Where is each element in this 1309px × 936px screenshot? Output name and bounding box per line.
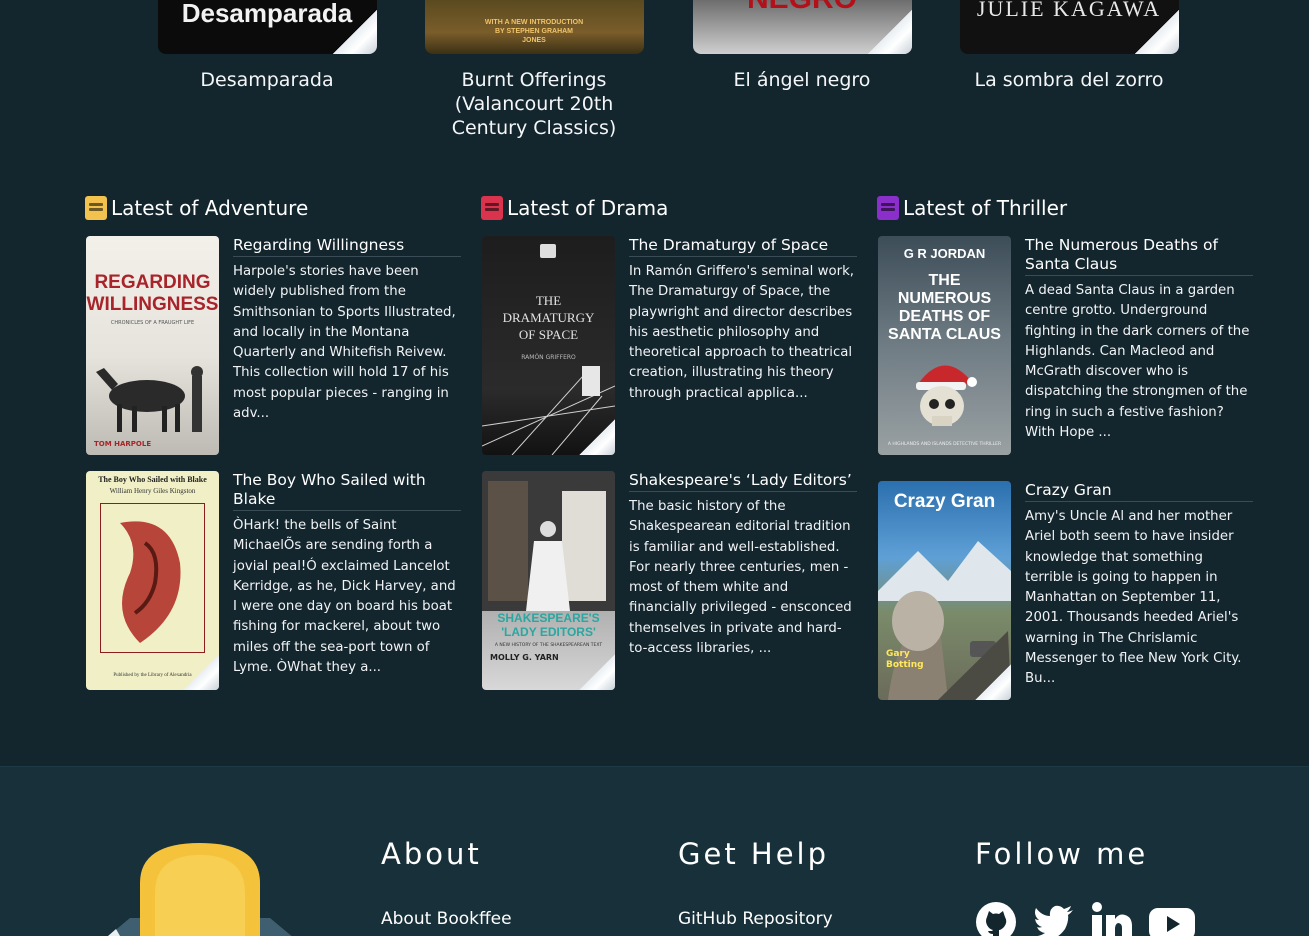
book-description: Harpole's stories have been widely publi… [233,264,456,422]
skull-santa-image [916,365,977,426]
cover-author: TOM HARPOLE [94,440,152,448]
book-icon [85,196,107,220]
book-title[interactable]: La sombra del zorro [959,68,1179,92]
book-cover[interactable]: Crazy Gran Gary Botting [878,481,1011,700]
page-curl-icon [867,10,912,54]
book-description: The basic history of the Shakespearean e… [629,499,852,657]
book-cover[interactable]: SHAKESPEARE'S 'LADY EDITORS' A NEW HISTO… [482,471,615,690]
book-title[interactable]: Regarding Willingness [233,236,461,257]
section-title: Latest of Thriller [903,196,1068,220]
footer-heading: Follow me [975,837,1149,871]
cover-title: THE DRAMATURGY OF SPACE [502,293,595,342]
book-card[interactable]: NEGRO El ángel negro [692,0,912,92]
book-description: Amy's Uncle Al and her mother Ariel both… [1025,509,1242,687]
footer-heading: Get Help [678,837,830,871]
about-link[interactable]: About Bookffee [381,909,512,929]
footer-help: Get Help GitHub Repository [678,837,833,929]
cover-title: THE NUMEROUS DEATHS OF SANTA CLAUS [888,272,1001,343]
social-links [975,901,1195,936]
github-icon[interactable] [975,901,1016,936]
footer-follow: Follow me [975,837,1195,936]
cover-title: The Boy Who Sailed with Blake [98,475,207,484]
book-card[interactable]: WITH A NEW INTRODUCTION BY STEPHEN GRAHA… [424,0,644,140]
book-card[interactable]: JULIE KAGAWA La sombra del zorro [959,0,1179,92]
book-description: ÒHark! the bells of Saint MichaelÕs are … [233,518,456,676]
book-title[interactable]: Shakespeare's ‘Lady Editors’ [629,471,857,492]
section-header: Latest of Thriller [877,194,1257,222]
book-title[interactable]: Burnt Offerings (Valancourt 20th Century… [424,68,644,140]
top-books-row: Desamparada Desamparada WITH A NEW INTRO… [0,0,1309,160]
page-curl-icon [332,10,377,54]
cover-author: RAMÓN GRIFFERO [521,354,576,361]
cover-author: William Henry Giles Kingston [109,487,196,495]
footer-heading: About [381,837,482,871]
section-thriller: Latest of Thriller G R JORDAN THE NUMERO… [877,194,1257,700]
cover-illustration [482,471,615,611]
section-header: Latest of Adventure [85,194,465,222]
book-title[interactable]: El ángel negro [692,68,912,92]
book-title[interactable]: Desamparada [157,68,377,92]
page-curl-icon [1134,10,1179,54]
book-description: A dead Santa Claus in a garden centre gr… [1025,283,1250,441]
footer-about: About About Bookffee [381,837,512,929]
section-title: Latest of Drama [507,196,669,220]
book-cover[interactable]: The Boy Who Sailed with Blake William He… [86,471,219,690]
book-cover[interactable]: JULIE KAGAWA [959,0,1179,54]
book-icon [481,196,503,220]
book-card[interactable]: Desamparada Desamparada [157,0,377,92]
cover-title: SHAKESPEARE'S 'LADY EDITORS' [497,611,600,639]
page-curl-icon [183,654,219,690]
youtube-icon[interactable] [1149,901,1195,936]
github-repository-link[interactable]: GitHub Repository [678,909,833,929]
site-footer: About About Bookffee Get Help GitHub Rep… [0,766,1309,936]
cover-subtitle: CHRONICLES OF A FRAUGHT LIFE [110,320,195,326]
book-title[interactable]: Crazy Gran [1025,481,1253,502]
page-curl-icon [975,664,1011,700]
publisher-logo [540,244,556,258]
skull-logo [108,843,292,936]
page-curl-icon [579,419,615,455]
book-icon [877,196,899,220]
book-title[interactable]: The Dramaturgy of Space [629,236,857,257]
cover-subtitle: A NEW HISTORY OF THE SHAKESPEAREAN TEXT [494,643,603,648]
cover-text: WITH A NEW INTRODUCTION BY STEPHEN GRAHA… [484,19,584,44]
cover-footer: A HIGHLANDS AND ISLANDS DETECTIVE THRILL… [887,442,1002,447]
section-adventure: Latest of Adventure REGARDING WILLINGNES… [85,194,465,690]
page-curl-icon [579,654,615,690]
book-cover[interactable]: WITH A NEW INTRODUCTION BY STEPHEN GRAHA… [424,0,644,54]
cover-author: Gary Botting [886,649,924,670]
cover-author: G R JORDAN [903,246,986,261]
book-title[interactable]: The Boy Who Sailed with Blake [233,471,461,511]
cover-title: Crazy Gran [893,491,996,512]
cover-illustration [100,503,205,653]
twitter-icon[interactable] [1033,901,1073,936]
book-cover[interactable]: THE DRAMATURGY OF SPACE RAMÓN GRIFFERO [482,236,615,455]
horse-image [96,366,203,432]
book-cover[interactable]: REGARDING WILLINGNESS CHRONICLES OF A FR… [86,236,219,455]
section-title: Latest of Adventure [111,196,309,220]
linkedin-icon[interactable] [1091,901,1132,936]
section-header: Latest of Drama [481,194,861,222]
cover-title: REGARDING WILLINGNESS [86,272,219,315]
section-drama: Latest of Drama THE DRAMATURGY OF SPACE … [481,194,861,690]
book-cover[interactable]: G R JORDAN THE NUMEROUS DEATHS OF SANTA … [878,236,1011,455]
book-description: In Ramón Griffero's seminal work, The Dr… [629,264,854,401]
book-cover[interactable]: NEGRO [692,0,912,54]
book-title[interactable]: The Numerous Deaths of Santa Claus [1025,236,1253,276]
book-cover[interactable]: Desamparada [157,0,377,54]
